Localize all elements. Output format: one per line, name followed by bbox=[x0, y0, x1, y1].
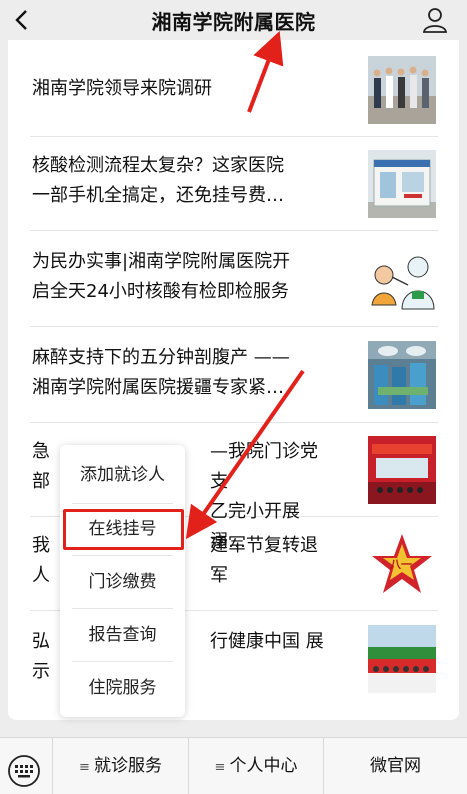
menu-lines-icon: ≡ bbox=[214, 760, 226, 775]
menu-item-inpatient-service[interactable]: 住院服务 bbox=[60, 661, 185, 715]
article-item[interactable]: 麻醉支持下的五分钟剖腹产 —— 湘南学院附属医院援疆专家紧… bbox=[30, 327, 438, 423]
article-thumbnail bbox=[368, 436, 436, 504]
article-item[interactable]: 核酸检测流程太复杂？这家医院 一部手机全搞定，还免挂号费… bbox=[30, 137, 438, 231]
article-thumbnail bbox=[368, 341, 436, 409]
bottom-nav: ≡ 就诊服务 ≡ 个人中心 微官网 bbox=[0, 737, 467, 794]
menu-item-outpatient-payment[interactable]: 门诊缴费 bbox=[60, 555, 185, 609]
article-thumbnail bbox=[368, 150, 436, 218]
top-bar: 湘南学院附属医院 bbox=[0, 0, 467, 40]
menu-item-add-patient[interactable]: 添加就诊人 bbox=[60, 448, 185, 502]
article-item[interactable]: 为民办实事|湘南学院附属医院开 启全天24小时核酸有检即检服务 bbox=[30, 231, 438, 327]
thumbnail-badge-text: 八一 bbox=[390, 558, 412, 571]
article-thumbnail bbox=[368, 245, 436, 313]
highlight-box bbox=[63, 509, 184, 550]
article-thumbnail: 八一 bbox=[368, 530, 436, 598]
article-title: 为民办实事|湘南学院附属医院开 启全天24小时核酸有检即检服务 bbox=[32, 251, 291, 302]
keyboard-icon[interactable] bbox=[0, 738, 53, 794]
service-popup-menu: 添加就诊人 在线挂号 门诊缴费 报告查询 住院服务 bbox=[60, 445, 185, 717]
article-title: 核酸检测流程太复杂？这家医院 一部手机全搞定，还免挂号费… bbox=[32, 155, 284, 206]
article-item[interactable]: 湘南学院领导来院调研 bbox=[30, 40, 438, 137]
article-thumbnail bbox=[368, 625, 436, 693]
user-profile-icon[interactable] bbox=[421, 6, 449, 34]
article-title: 湘南学院领导来院调研 bbox=[32, 78, 212, 99]
article-title: 麻醉支持下的五分钟剖腹产 —— 湘南学院附属医院援疆专家紧… bbox=[32, 347, 290, 398]
tab-label: 微官网 bbox=[370, 756, 421, 776]
tab-medical-services[interactable]: ≡ 就诊服务 bbox=[53, 738, 189, 794]
menu-item-report-query[interactable]: 报告查询 bbox=[60, 608, 185, 662]
article-title-tail: 行健康中国 展 bbox=[210, 631, 324, 652]
tab-label: 就诊服务 bbox=[93, 756, 162, 776]
article-thumbnail bbox=[368, 56, 436, 124]
article-title-tail: 建军节复转退军 bbox=[210, 535, 318, 586]
tab-personal-center[interactable]: ≡ 个人中心 bbox=[189, 738, 324, 794]
menu-lines-icon: ≡ bbox=[79, 760, 90, 775]
page-title: 湘南学院附属医院 bbox=[151, 10, 316, 34]
tab-micro-website[interactable]: 微官网 bbox=[324, 738, 467, 794]
tab-label: 个人中心 bbox=[229, 756, 298, 776]
